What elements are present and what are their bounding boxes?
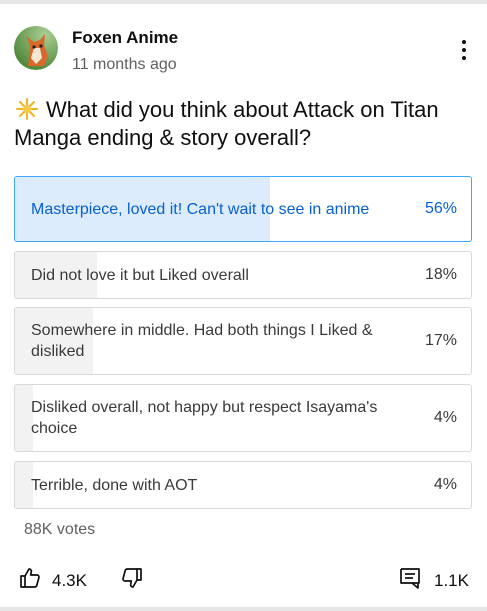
poll-vote-count: 88K votes <box>24 521 96 538</box>
poll-question: What did you think about Attack on Titan… <box>14 96 464 152</box>
poll-option-5[interactable]: Terrible, done with AOT 4% <box>14 461 472 509</box>
poll-option-percent: 56% <box>424 200 457 217</box>
channel-name[interactable]: Foxen Anime <box>72 28 178 48</box>
action-bar: 4.3K 1.1K <box>0 564 487 598</box>
thumbs-down-icon <box>120 566 144 595</box>
like-count: 4.3K <box>52 570 87 590</box>
poll-option-percent: 17% <box>424 332 457 349</box>
poll-option-3[interactable]: Somewhere in middle. Had both things I L… <box>14 307 472 375</box>
poll-question-text: What did you think about Attack on Titan… <box>14 97 439 150</box>
thumbs-up-icon <box>18 566 42 595</box>
sparkle-icon <box>14 98 40 120</box>
poll-option-label: Terrible, done with AOT <box>31 476 198 494</box>
comment-icon <box>398 566 422 595</box>
dislike-button[interactable] <box>120 566 144 595</box>
like-button[interactable]: 4.3K <box>18 566 87 595</box>
post-card: Foxen Anime 11 months ago What did you t… <box>0 0 487 611</box>
poll-option-label: Did not love it but Liked overall <box>31 266 249 284</box>
channel-avatar[interactable] <box>14 26 58 70</box>
poll-option-label: Masterpiece, loved it! Can't wait to see… <box>31 200 370 218</box>
poll-option-label: Somewhere in middle. Had both things I L… <box>31 322 373 360</box>
poll-option-4[interactable]: Disliked overall, not happy but respect … <box>14 384 472 452</box>
poll-option-percent: 4% <box>433 409 457 426</box>
poll-option-2[interactable]: Did not love it but Liked overall 18% <box>14 251 472 299</box>
comment-count: 1.1K <box>434 570 469 590</box>
poll-option-percent: 18% <box>424 266 457 283</box>
poll-option-label: Disliked overall, not happy but respect … <box>31 399 378 437</box>
comment-button[interactable]: 1.1K <box>398 566 469 595</box>
post-header: Foxen Anime 11 months ago <box>14 26 474 82</box>
poll-option-percent: 4% <box>433 476 457 493</box>
more-vertical-icon[interactable] <box>458 40 470 64</box>
post-timestamp: 11 months ago <box>72 56 177 73</box>
poll-option-1[interactable]: Masterpiece, loved it! Can't wait to see… <box>14 176 472 242</box>
